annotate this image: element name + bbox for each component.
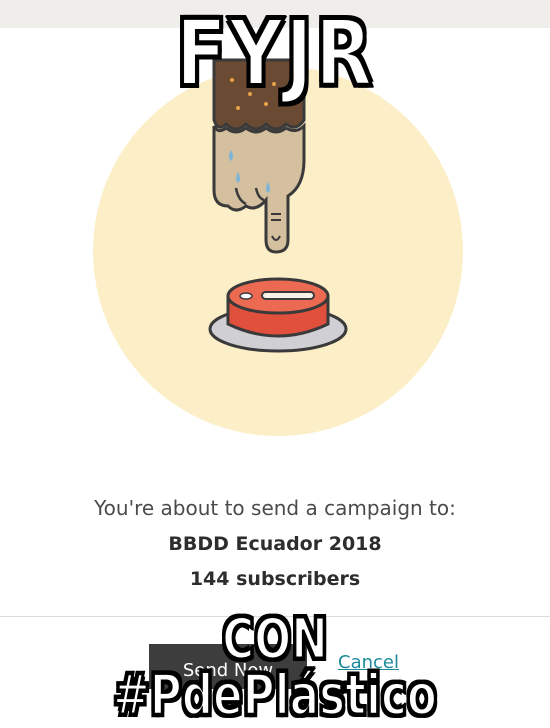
meme-top-caption: FYJR: [174, 0, 375, 107]
subscriber-count: 144 subscribers: [189, 568, 361, 590]
meme-bottom-caption: CON #PdePlástico: [112, 607, 438, 728]
audience-list-name: BBDD Ecuador 2018: [168, 533, 382, 555]
red-button-icon: [208, 277, 348, 353]
hand-pointing-icon: [212, 122, 306, 254]
send-prompt: You're about to send a campaign to:: [94, 496, 456, 520]
